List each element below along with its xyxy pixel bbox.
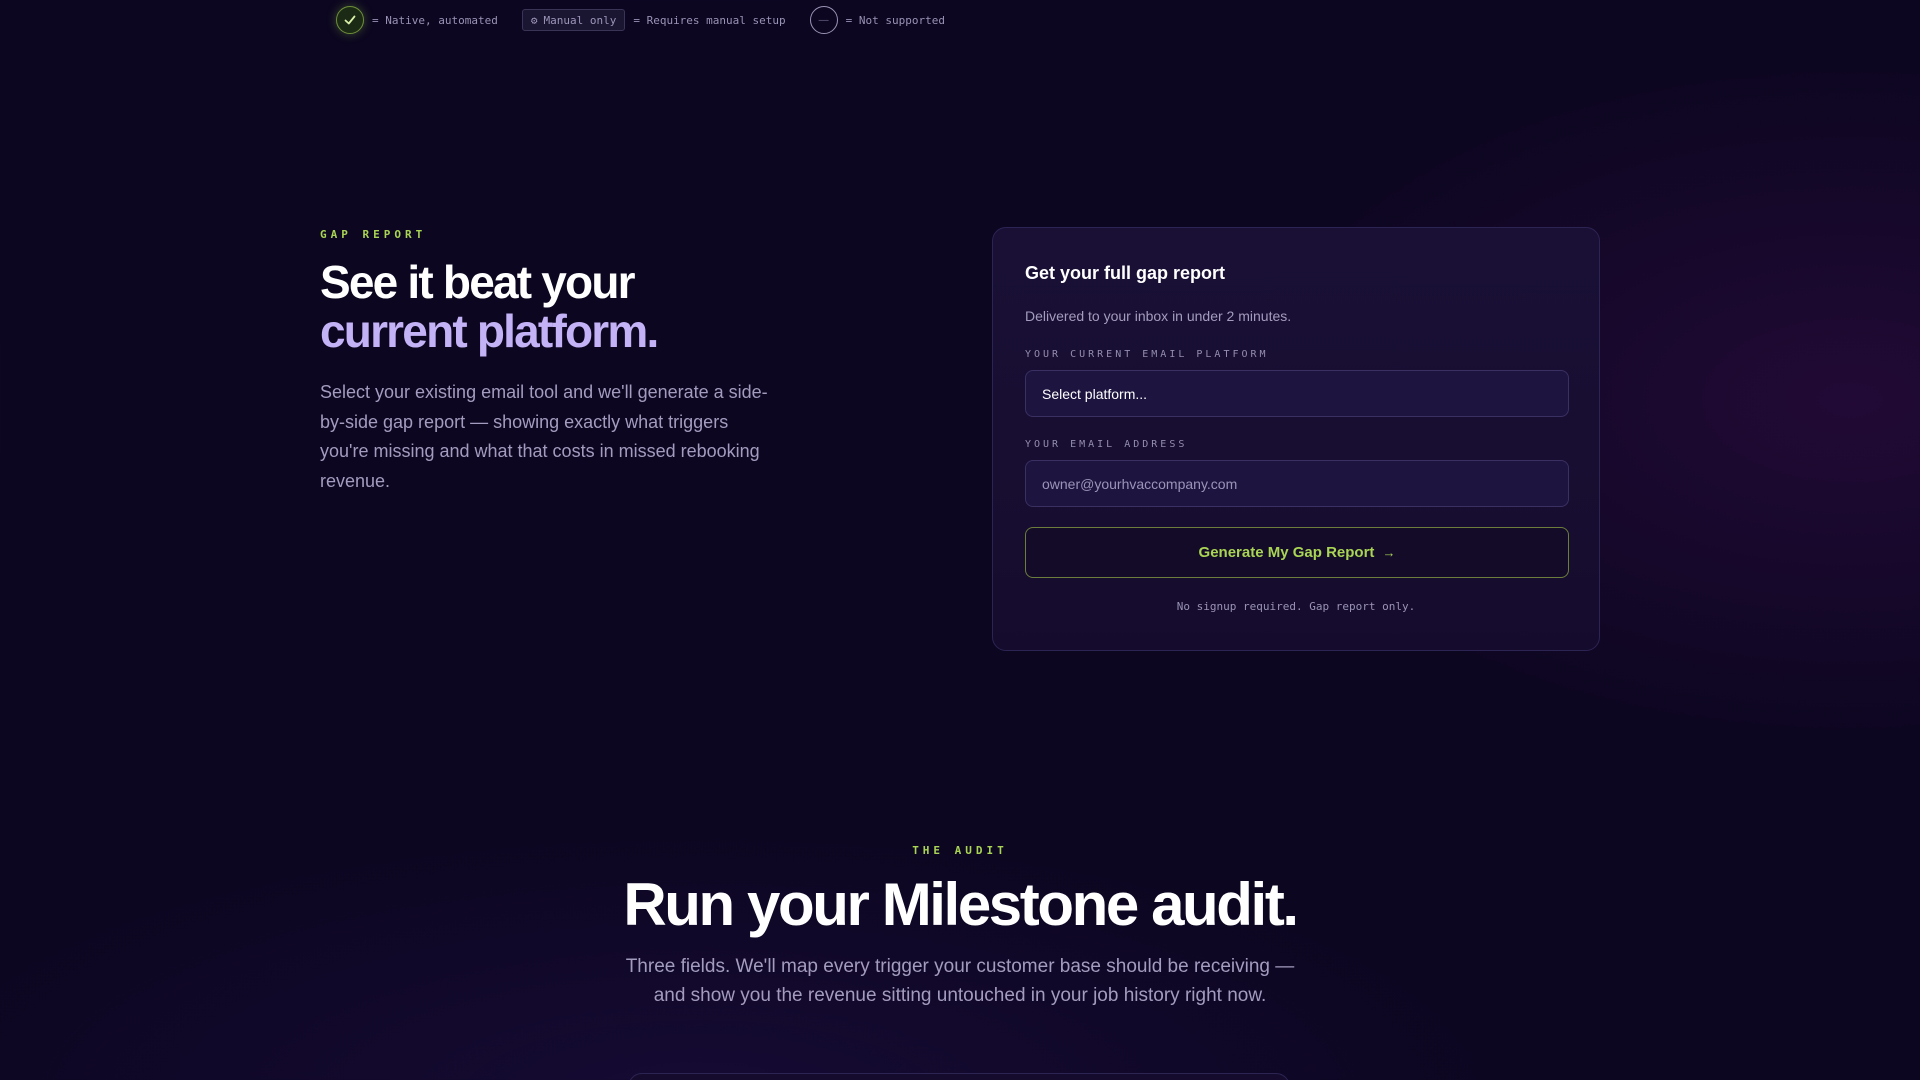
email-input-placeholder: owner@yourhvaccompany.com: [1042, 475, 1238, 492]
gap-report-title: See it beat your current platform.: [320, 258, 880, 356]
manual-badge-label: Manual only: [543, 13, 617, 27]
audit-eyebrow: THE AUDIT: [912, 844, 1008, 857]
legend-none: — = Not supported: [809, 6, 945, 34]
email-field-label: YOUR EMAIL ADDRESS: [1025, 439, 1188, 450]
gap-report-eyebrow: GAP REPORT: [320, 228, 427, 241]
legend-none-label: = Not supported: [845, 13, 945, 27]
generate-gap-report-button[interactable]: Generate My Gap Report →: [1025, 527, 1569, 578]
gear-icon: ⚙: [530, 13, 538, 27]
manual-badge: ⚙ Manual only: [521, 9, 626, 31]
form-note: No signup required. Gap report only.: [1176, 600, 1416, 613]
legend-native-label: = Native, automated: [372, 13, 498, 27]
not-supported-icon: —: [809, 6, 838, 34]
legend-manual-label: = Requires manual setup: [633, 13, 786, 27]
platform-select[interactable]: Select platform...: [1025, 370, 1569, 417]
platform-field-label: YOUR CURRENT EMAIL PLATFORM: [1025, 349, 1269, 360]
gap-report-title-line1: See it beat your: [320, 256, 636, 308]
email-input[interactable]: owner@yourhvaccompany.com: [1025, 460, 1569, 507]
form-subtitle: Delivered to your inbox in under 2 minut…: [1025, 308, 1292, 324]
gap-report-form-card: Get your full gap report Delivered to yo…: [992, 227, 1600, 651]
gap-report-description: Select your existing email tool and we'l…: [320, 382, 768, 491]
arrow-right-icon: →: [1382, 545, 1396, 560]
legend-native: = Native, automated: [336, 6, 498, 34]
legend: = Native, automated ⚙ Manual only = Requ…: [336, 6, 969, 34]
generate-button-label: Generate My Gap Report: [1198, 544, 1375, 561]
check-icon: [336, 6, 364, 34]
audit-description: Three fields. We'll map every trigger yo…: [625, 956, 1295, 1006]
audit-form-card: [628, 1073, 1290, 1080]
legend-manual: ⚙ Manual only = Requires manual setup: [521, 9, 786, 31]
audit-title: Run your Milestone audit.: [623, 871, 1299, 938]
platform-select-value: Select platform...: [1042, 385, 1148, 402]
gap-report-title-line2: current platform.: [320, 305, 659, 357]
form-title: Get your full gap report: [1025, 263, 1226, 283]
